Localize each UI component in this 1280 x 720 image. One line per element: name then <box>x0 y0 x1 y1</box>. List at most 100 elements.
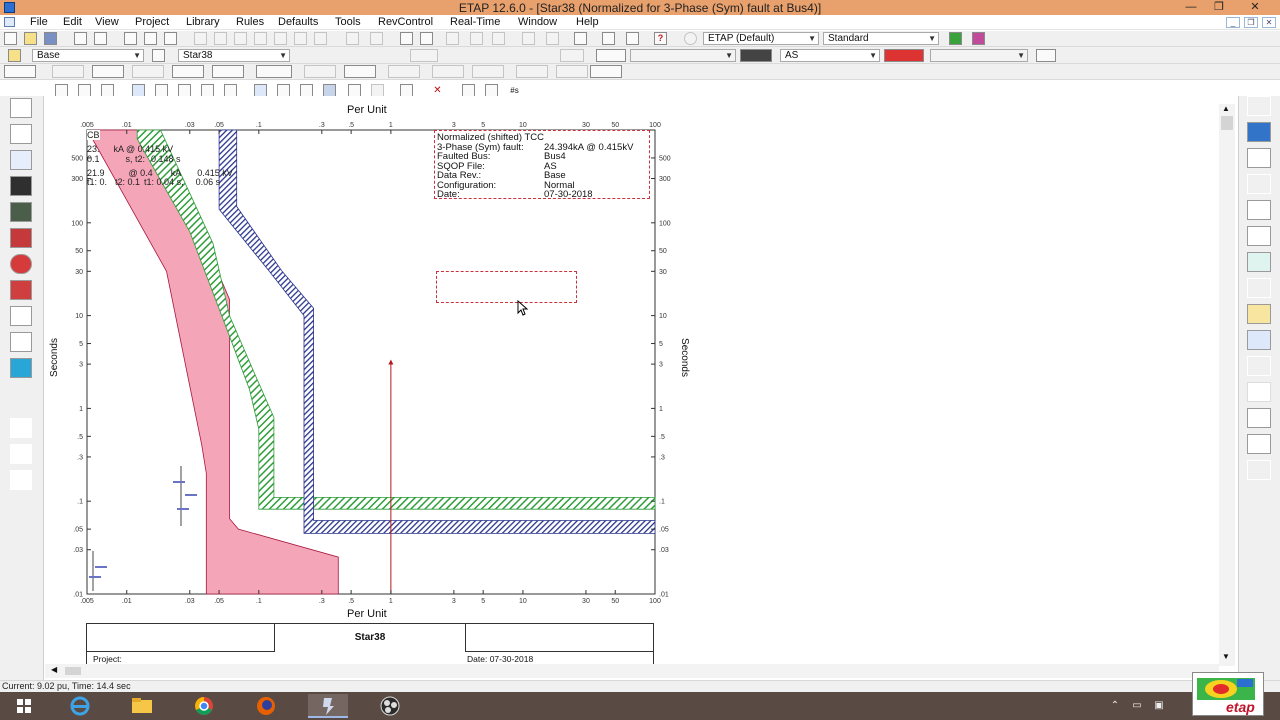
user-defined-icon[interactable] <box>10 332 32 352</box>
zoom-out-icon[interactable] <box>234 32 247 45</box>
study-case-icon[interactable] <box>740 49 772 62</box>
alert-view-icon[interactable] <box>884 49 924 62</box>
menu-project[interactable]: Project <box>135 16 169 28</box>
transformer-tool-icon[interactable] <box>52 65 84 78</box>
draw-icon[interactable] <box>1247 200 1271 220</box>
report-select[interactable]: ▼ <box>930 49 1028 62</box>
scroll-left-icon[interactable]: ◀ <box>51 665 57 674</box>
grid-icon[interactable] <box>446 32 459 45</box>
ground-grid-icon[interactable] <box>10 280 32 300</box>
minimize-button[interactable]: — <box>1176 0 1206 15</box>
firefox-icon[interactable] <box>246 694 286 718</box>
color-theme-icon[interactable] <box>949 32 962 45</box>
view-icon[interactable] <box>152 49 165 62</box>
continuity-check-icon[interactable] <box>470 32 483 45</box>
add-template-icon[interactable] <box>522 32 535 45</box>
star-view-icon[interactable] <box>10 150 32 170</box>
bus-select[interactable]: AS ▼ <box>780 49 880 62</box>
find-icon[interactable] <box>626 32 639 45</box>
tray-chevron-icon[interactable]: ⌃ <box>1108 700 1122 712</box>
panel-icon[interactable] <box>10 202 32 222</box>
zoom-in-icon[interactable] <box>214 32 227 45</box>
save-icon[interactable] <box>44 32 57 45</box>
search-icon[interactable] <box>1247 356 1271 376</box>
view-select[interactable]: Star38 ▼ <box>178 49 290 62</box>
load-tool-icon[interactable] <box>304 65 336 78</box>
horizontal-scrollbar[interactable]: ◀ <box>45 664 1219 678</box>
mdi-close-icon[interactable]: ✕ <box>1262 17 1276 28</box>
report-icon[interactable] <box>1036 49 1056 62</box>
pan-icon[interactable] <box>194 32 207 45</box>
star-tcc-canvas[interactable]: .005.005.01.01.03.03.05.05.1.1.3.3.5.5 1 1… <box>45 96 1219 666</box>
menu-revcontrol[interactable]: RevControl <box>378 16 433 28</box>
text-box-icon[interactable] <box>400 32 413 45</box>
capacitor-tool-icon[interactable] <box>556 65 588 78</box>
menu-edit[interactable]: Edit <box>63 16 82 28</box>
fuse-tool-icon[interactable] <box>212 65 244 78</box>
tree-view-icon[interactable] <box>10 98 32 118</box>
menu-rules[interactable]: Rules <box>236 16 264 28</box>
one-line-icon[interactable] <box>10 124 32 144</box>
compare-icon[interactable] <box>1247 382 1271 402</box>
menu-window[interactable]: Window <box>518 16 557 28</box>
help-icon[interactable]: ? <box>654 32 667 45</box>
close-button[interactable]: ✕ <box>1240 0 1270 15</box>
zoom-area-icon[interactable] <box>314 32 327 45</box>
cable-tool-icon[interactable] <box>92 65 124 78</box>
get-template-icon[interactable] <box>492 32 505 45</box>
mfr-test-icon[interactable] <box>1247 460 1271 480</box>
protection-icon[interactable] <box>10 470 32 490</box>
scroll-up-icon[interactable]: ▲ <box>1222 104 1230 113</box>
restore-button[interactable]: ❐ <box>1204 0 1234 15</box>
zoom-fit-icon[interactable] <box>254 32 267 45</box>
test-set-icon[interactable] <box>1247 408 1271 428</box>
control-system-icon[interactable] <box>10 306 32 326</box>
open-icon[interactable] <box>24 32 37 45</box>
configuration-icon[interactable] <box>684 32 697 45</box>
hscroll-thumb[interactable] <box>65 667 81 675</box>
grid-tool-icon[interactable] <box>590 65 622 78</box>
scroll-thumb[interactable] <box>1221 116 1233 130</box>
menu-help[interactable]: Help <box>576 16 599 28</box>
check-in-icon[interactable] <box>546 32 559 45</box>
network-icon[interactable] <box>10 418 32 438</box>
etap-taskbar-icon[interactable] <box>308 694 348 718</box>
pt-tool-icon[interactable] <box>516 65 548 78</box>
theme-grid-icon[interactable] <box>972 32 985 45</box>
menu-file[interactable]: File <box>30 16 48 28</box>
chrome-icon[interactable] <box>184 694 224 718</box>
print-preview-icon[interactable] <box>94 32 107 45</box>
mdi-minimize-icon[interactable]: _ <box>1226 17 1240 28</box>
print-icon[interactable] <box>74 32 87 45</box>
windows-start-icon[interactable] <box>4 694 44 718</box>
file-explorer-icon[interactable] <box>122 694 162 718</box>
mode-select[interactable]: ETAP (Default) ▼ <box>703 32 819 45</box>
ct-tool-icon[interactable] <box>472 65 504 78</box>
list-icon[interactable] <box>1247 96 1271 116</box>
config-status-icon[interactable] <box>560 49 584 62</box>
zoom-window-icon[interactable] <box>274 32 287 45</box>
obs-icon[interactable] <box>370 694 410 718</box>
menu-tools[interactable]: Tools <box>335 16 361 28</box>
output-report-icon[interactable] <box>596 49 626 62</box>
sequence-of-operation-icon[interactable] <box>1247 434 1271 454</box>
redo-icon[interactable] <box>370 32 383 45</box>
internet-explorer-icon[interactable] <box>60 694 100 718</box>
report-manager-icon[interactable] <box>602 32 615 45</box>
standard-select[interactable]: Standard ▼ <box>823 32 939 45</box>
zoom-previous-icon[interactable] <box>294 32 307 45</box>
report-alert-icon[interactable] <box>1247 226 1271 246</box>
display-options-icon[interactable] <box>1247 252 1271 272</box>
new-icon[interactable] <box>4 32 17 45</box>
menu-defaults[interactable]: Defaults <box>278 16 318 28</box>
menu-view[interactable]: View <box>95 16 119 28</box>
menu-real-time[interactable]: Real-Time <box>450 16 500 28</box>
study-case-select[interactable]: ▼ <box>630 49 736 62</box>
underground-raceway-icon[interactable] <box>10 254 32 274</box>
presentation-select[interactable]: Base ▼ <box>32 49 144 62</box>
battery-icon[interactable]: ▣ <box>1152 700 1166 712</box>
network-icon[interactable]: ▭ <box>1130 700 1144 712</box>
presentation-icon[interactable] <box>8 49 21 62</box>
scroll-down-icon[interactable]: ▼ <box>1222 652 1230 661</box>
relay-tool-icon[interactable] <box>172 65 204 78</box>
